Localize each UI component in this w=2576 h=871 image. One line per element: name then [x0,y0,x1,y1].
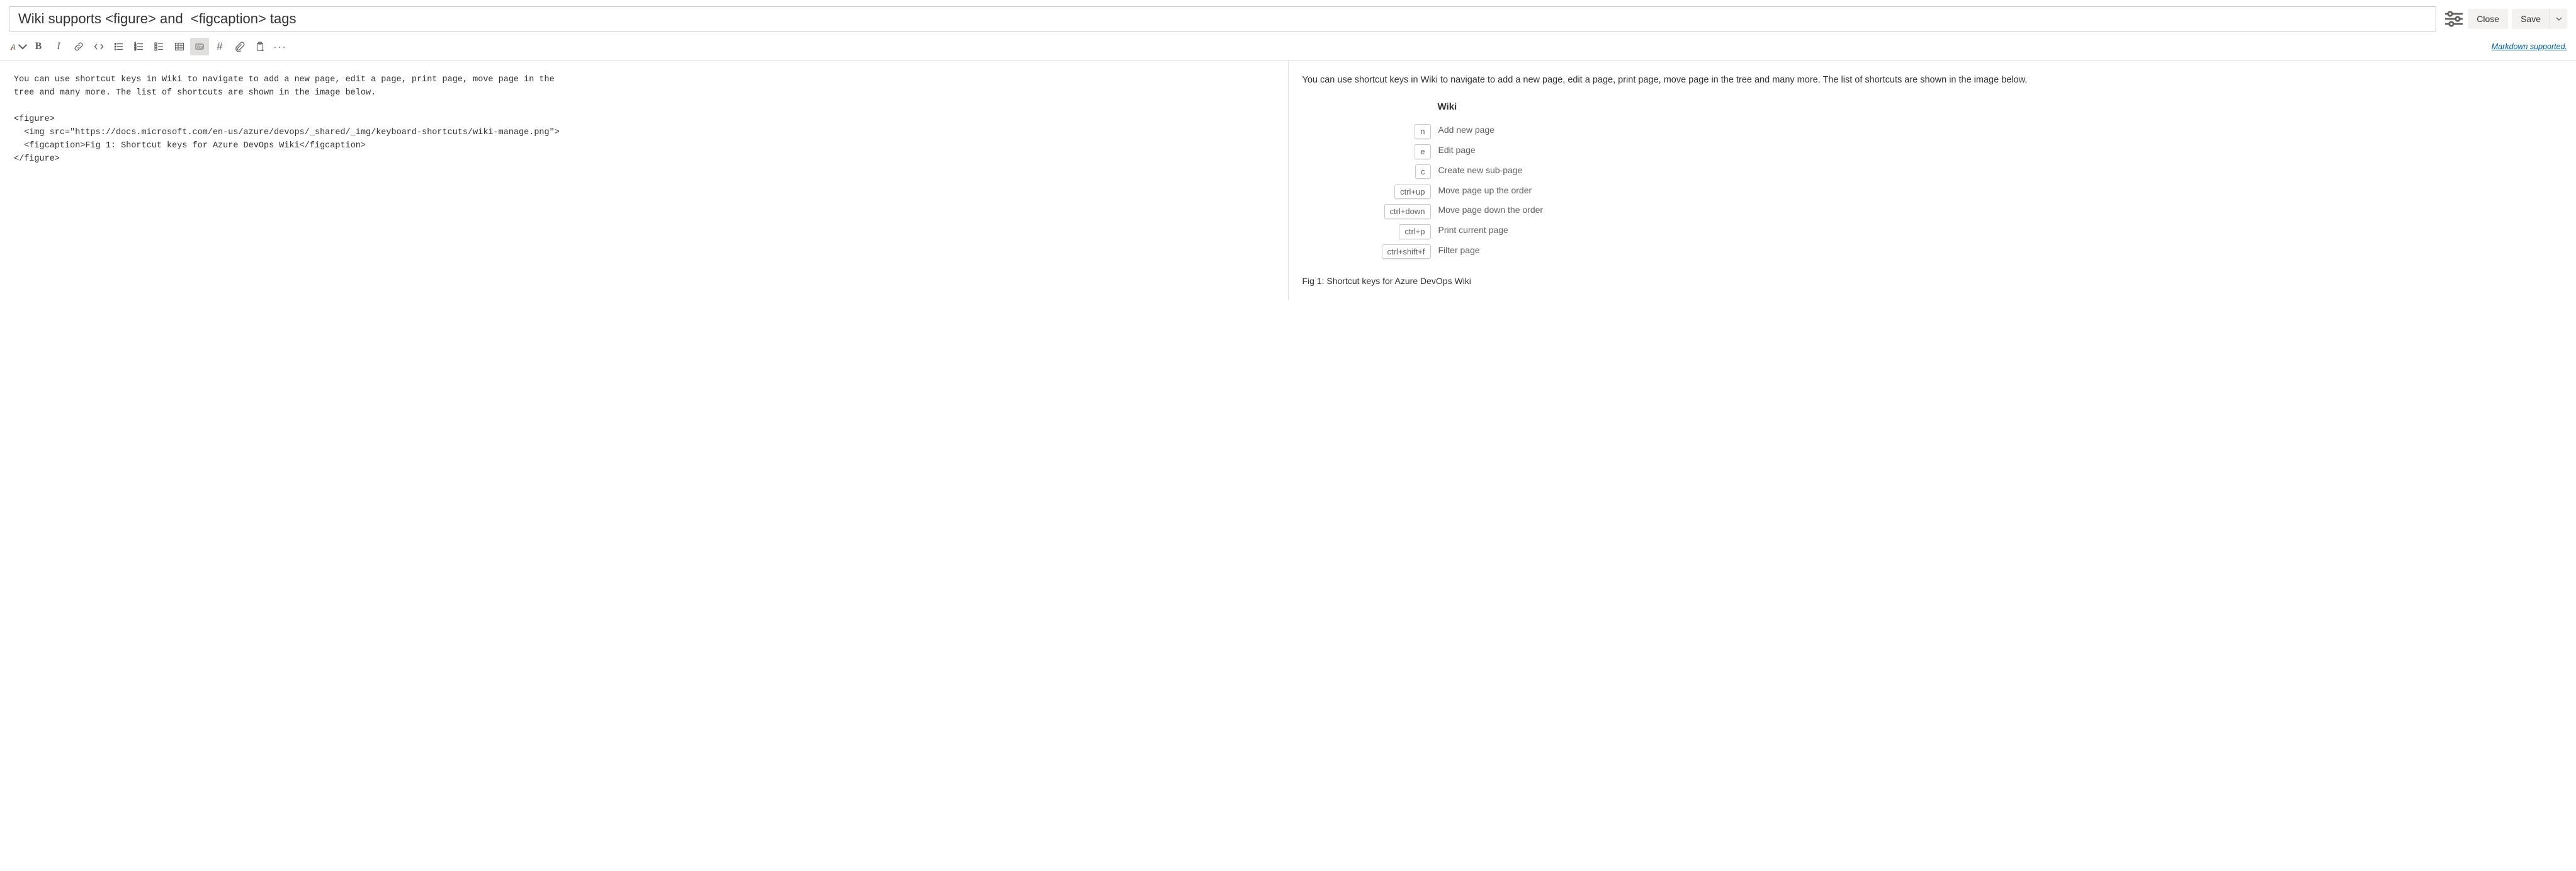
shortcuts-figure: Wiki n Add new page e Edit page c Create new … [1340,100,2563,263]
code-button[interactable] [89,38,108,55]
attach-button[interactable] [230,38,249,55]
header-row: Close Save [0,0,2576,35]
shortcut-key-cell: n [1340,123,1435,140]
formatting-toolbar: A B I [9,38,290,55]
shortcuts-heading: Wiki [1340,100,2563,115]
mention-button[interactable]: Abc [190,38,209,55]
svg-text:Abc: Abc [197,45,205,50]
shortcut-key-cell: ctrl+down [1340,203,1435,220]
shortcut-key: e [1415,144,1430,159]
shortcuts-table: n Add new page e Edit page c Create new sub-p… [1340,120,1547,263]
shortcut-desc: Print current page [1435,223,1547,241]
clipboard-button[interactable] [251,38,269,55]
shortcut-row: ctrl+p Print current page [1340,223,1547,241]
link-button[interactable] [69,38,88,55]
bold-button[interactable]: B [29,38,48,55]
figure-caption: Fig 1: Shortcut keys for Azure DevOps Wi… [1302,275,2563,288]
editor-preview-split: You can use shortcut keys in Wiki to nav… [0,61,2576,300]
shortcut-row: ctrl+down Move page down the order [1340,203,1547,220]
toolbar-row: A B I [0,35,2576,61]
numbered-list-button[interactable]: 1 2 3 [130,38,149,55]
shortcut-key-cell: c [1340,163,1435,181]
preview-paragraph: You can use shortcut keys in Wiki to nav… [1302,74,2563,88]
markdown-editor[interactable]: You can use shortcut keys in Wiki to nav… [0,61,1289,300]
header-actions: Close Save [2444,9,2567,29]
svg-text:3: 3 [135,48,137,52]
shortcut-row: ctrl+shift+f Filter page [1340,243,1547,261]
app-root: Close Save A B I [0,0,2576,300]
shortcut-key-cell: e [1340,143,1435,161]
checklist-button[interactable] [150,38,169,55]
table-button[interactable] [170,38,189,55]
shortcut-row: ctrl+up Move page up the order [1340,183,1547,201]
save-button[interactable]: Save [2512,9,2550,29]
shortcut-desc: Move page down the order [1435,203,1547,220]
save-button-group: Save [2512,9,2567,29]
bullet-list-button[interactable] [110,38,128,55]
shortcut-desc: Edit page [1435,143,1547,161]
shortcut-key: ctrl+up [1394,185,1430,200]
save-menu-chevron[interactable] [2550,9,2567,29]
shortcut-key: ctrl+down [1384,204,1431,219]
shortcut-row: n Add new page [1340,123,1547,140]
shortcut-key-cell: ctrl+up [1340,183,1435,201]
format-paragraph-button[interactable]: A [9,38,28,55]
view-options-icon[interactable] [2444,9,2464,29]
page-title-input[interactable] [9,6,2436,31]
more-button[interactable]: ··· [271,38,290,55]
svg-text:A: A [10,43,16,52]
hash-button[interactable]: # [210,38,229,55]
shortcut-desc: Move page up the order [1435,183,1547,201]
shortcut-key: n [1415,124,1430,139]
shortcut-row: e Edit page [1340,143,1547,161]
shortcut-row: c Create new sub-page [1340,163,1547,181]
shortcut-desc: Create new sub-page [1435,163,1547,181]
shortcut-desc: Filter page [1435,243,1547,261]
shortcut-key: ctrl+p [1399,224,1430,239]
preview-pane: You can use shortcut keys in Wiki to nav… [1289,61,2576,300]
shortcut-key-cell: ctrl+p [1340,223,1435,241]
shortcut-key-cell: ctrl+shift+f [1340,243,1435,261]
shortcut-key: ctrl+shift+f [1382,244,1431,259]
shortcut-key: c [1415,164,1431,179]
markdown-supported-link[interactable]: Markdown supported. [2492,42,2567,51]
italic-button[interactable]: I [49,38,68,55]
shortcut-desc: Add new page [1435,123,1547,140]
close-button[interactable]: Close [2468,9,2508,29]
